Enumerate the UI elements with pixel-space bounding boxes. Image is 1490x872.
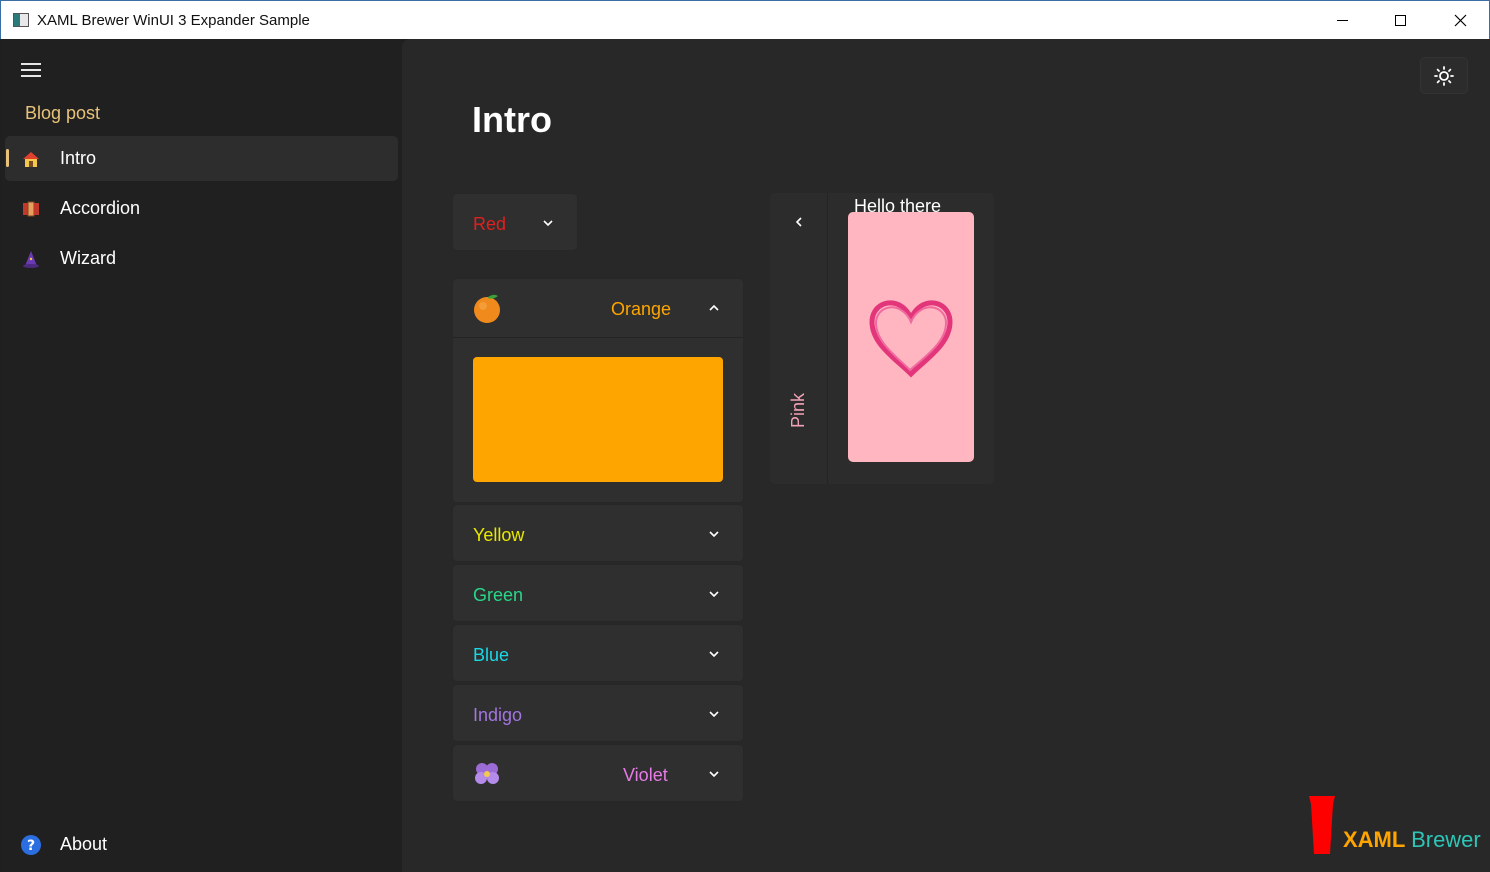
nav-item-label: Accordion xyxy=(60,198,141,218)
help-icon: ? xyxy=(20,834,42,856)
content-area: Intro Red Orange Yellow Green Blue Indig… xyxy=(402,39,1490,872)
expander-label: Pink xyxy=(788,392,808,428)
house-icon xyxy=(20,148,42,170)
expander-header[interactable]: Pink xyxy=(770,193,828,484)
chevron-left-icon[interactable] xyxy=(792,215,806,229)
expander-label: Yellow xyxy=(473,525,525,545)
orange-color-swatch xyxy=(473,357,723,482)
nav-item-label: About xyxy=(60,834,108,854)
nav-item-accordion[interactable]: Accordion xyxy=(5,186,398,231)
chevron-down-icon[interactable] xyxy=(707,587,721,601)
minimize-button[interactable] xyxy=(1313,1,1371,40)
expander-label: Blue xyxy=(473,645,510,665)
theme-toggle-button[interactable] xyxy=(1420,57,1468,94)
nav-item-intro[interactable]: Intro xyxy=(5,136,398,181)
minimize-icon xyxy=(1336,20,1348,21)
chevron-up-icon[interactable] xyxy=(707,301,721,315)
maximize-icon xyxy=(1394,15,1406,26)
expander-divider xyxy=(453,337,743,338)
brand-text: XAML Brewer xyxy=(1343,827,1481,853)
hamburger-menu-button[interactable] xyxy=(21,63,41,79)
expander-label: Green xyxy=(473,585,524,605)
xaml-brewer-logo xyxy=(1309,796,1335,854)
window-title: XAML Brewer WinUI 3 Expander Sample xyxy=(37,12,310,29)
brand-word-brewer: Brewer xyxy=(1411,827,1481,852)
nav-item-about[interactable]: ? About xyxy=(5,822,398,867)
pink-color-swatch xyxy=(848,212,974,462)
pansy-flower-icon xyxy=(475,763,499,784)
chevron-down-icon[interactable] xyxy=(707,707,721,721)
heart-icon xyxy=(869,300,953,378)
expander-label: Orange xyxy=(611,299,672,319)
navigation-pane: Blog post Intro Accordion Wizard ? About xyxy=(1,39,402,872)
expander-orange: Orange xyxy=(452,278,744,503)
nav-item-label: Intro xyxy=(60,148,97,168)
maximize-button[interactable] xyxy=(1371,1,1429,40)
title-bar: XAML Brewer WinUI 3 Expander Sample xyxy=(0,0,1490,39)
sun-icon xyxy=(1434,65,1454,86)
page-title: Intro xyxy=(472,99,552,140)
expander-label: Indigo xyxy=(473,705,523,725)
chevron-down-icon[interactable] xyxy=(707,767,721,781)
expander-header[interactable]: Orange xyxy=(453,279,743,337)
expander-red[interactable]: Red xyxy=(452,193,578,251)
expander-yellow[interactable]: Yellow xyxy=(452,504,744,562)
expander-violet[interactable]: Violet xyxy=(452,744,744,802)
expander-indigo[interactable]: Indigo xyxy=(452,684,744,742)
close-button[interactable] xyxy=(1431,1,1489,40)
expander-green[interactable]: Green xyxy=(452,564,744,622)
expander-blue[interactable]: Blue xyxy=(452,624,744,682)
close-icon xyxy=(1454,14,1466,27)
orange-fruit-icon xyxy=(474,294,500,323)
brand-word-xaml: XAML xyxy=(1343,827,1405,852)
chevron-down-icon[interactable] xyxy=(707,647,721,661)
chevron-down-icon[interactable] xyxy=(707,527,721,541)
svg-text:?: ? xyxy=(27,838,35,854)
nav-section-header: Blog post xyxy=(25,103,101,123)
expander-label: Red xyxy=(473,214,507,234)
app-icon xyxy=(13,13,29,27)
expander-label: Violet xyxy=(623,765,668,785)
nav-item-label: Wizard xyxy=(60,248,117,268)
expander-pink: Pink Hello there xyxy=(770,193,994,484)
wizard-icon xyxy=(20,248,42,270)
accordion-icon xyxy=(20,198,42,220)
nav-item-wizard[interactable]: Wizard xyxy=(5,236,398,281)
chevron-down-icon[interactable] xyxy=(541,216,555,230)
selection-indicator xyxy=(6,149,9,167)
